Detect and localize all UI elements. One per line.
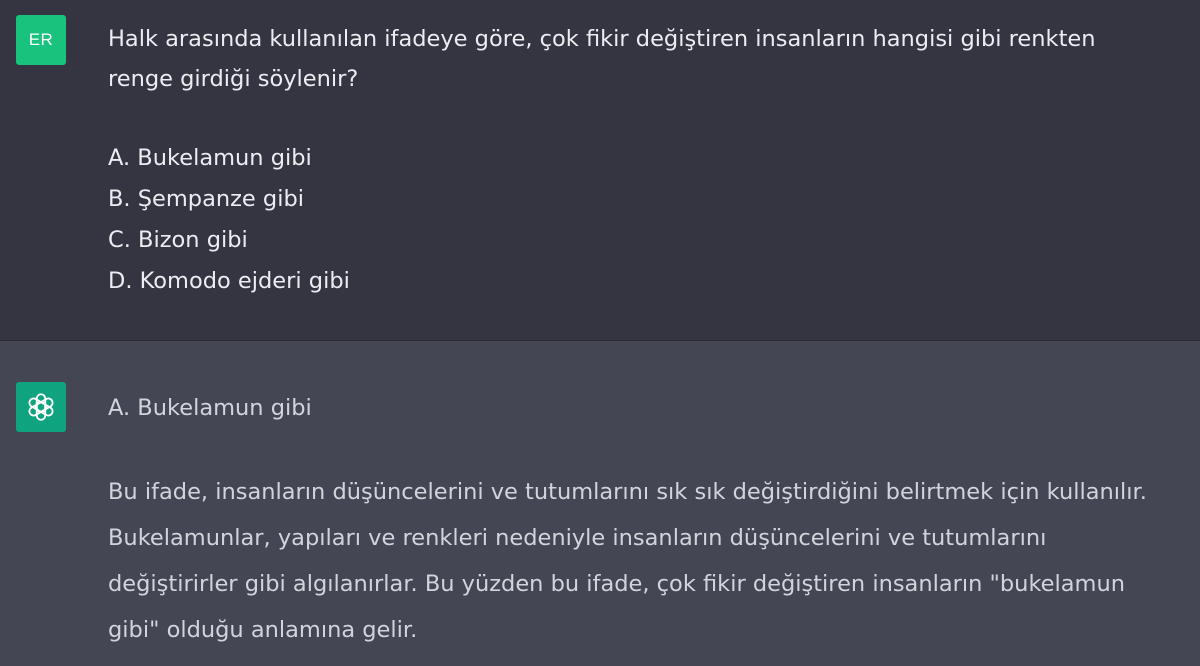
question-line-2: renge girdiği söylenir? [108, 66, 359, 92]
option-c: C. Bizon gibi [108, 227, 248, 253]
user-message: ER Halk arasında kullanılan ifadeye göre… [0, 0, 1200, 341]
option-b: B. Şempanze gibi [108, 186, 304, 212]
explanation-line-3: değiştirirler gibi algılanırlar. Bu yüzd… [108, 571, 1125, 597]
explanation-line-2: Bukelamunlar, yapıları ve renkleri neden… [108, 525, 1047, 551]
question-line-1: Halk arasında kullanılan ifadeye göre, ç… [108, 26, 1096, 52]
openai-logo-icon [28, 393, 54, 421]
user-avatar-initials: ER [28, 30, 54, 49]
user-avatar: ER [16, 15, 66, 65]
assistant-answer: A. Bukelamun gibi [108, 395, 312, 421]
assistant-avatar [16, 382, 66, 432]
option-d: D. Komodo ejderi gibi [108, 268, 350, 294]
option-a: A. Bukelamun gibi [108, 145, 312, 171]
explanation-line-4: gibi" olduğu anlamına gelir. [108, 617, 418, 643]
explanation-line-1: Bu ifade, insanların düşüncelerini ve tu… [108, 479, 1147, 505]
